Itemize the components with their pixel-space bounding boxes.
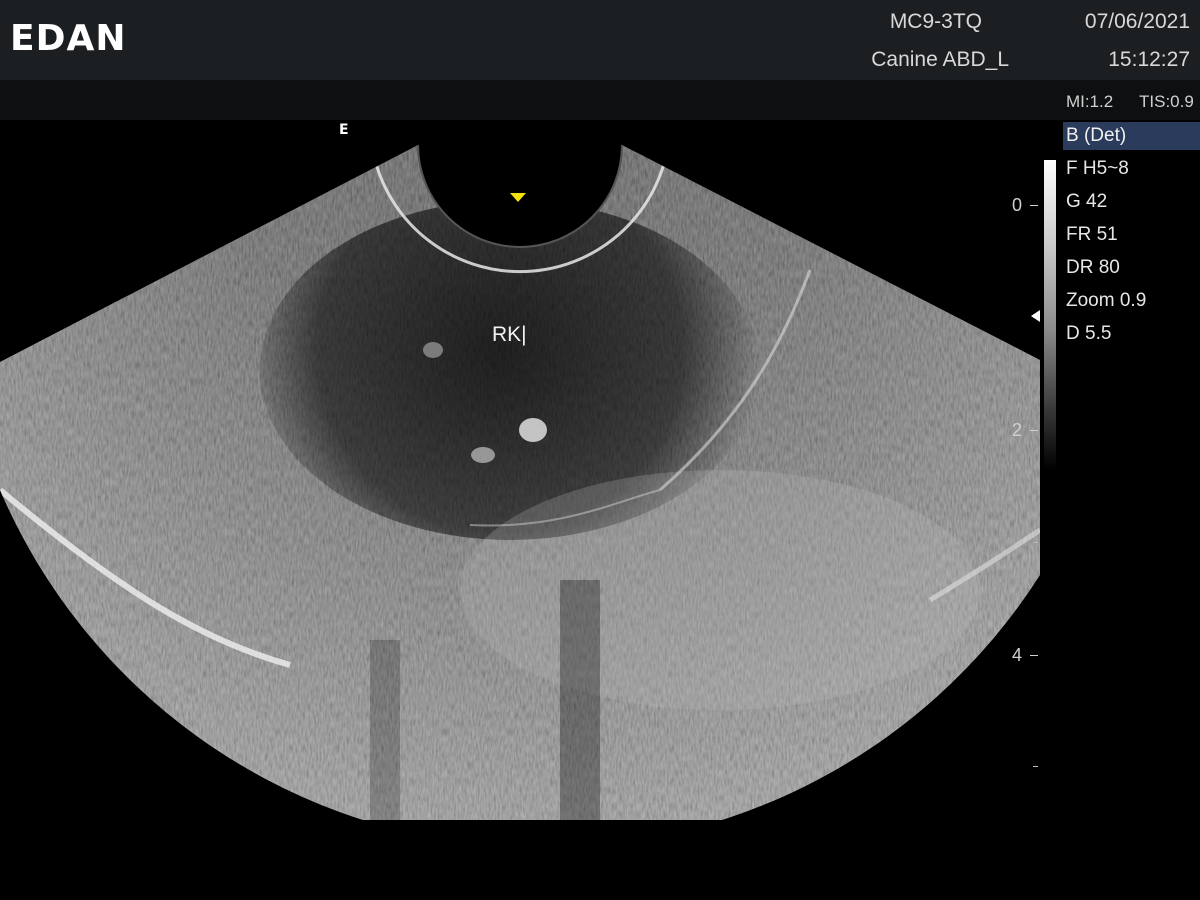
depth-label-2: 2	[1011, 420, 1022, 440]
probe-name: MC9-3TQ	[889, 10, 982, 33]
depth-label-4: 4	[1011, 645, 1022, 665]
ultrasound-sector	[0, 144, 1040, 820]
depth-tick	[1030, 655, 1038, 656]
orientation-marker: E	[339, 122, 349, 138]
image-annotation[interactable]: RK|	[492, 323, 527, 347]
depth-minor-tick	[1033, 766, 1038, 767]
depth-label-0: 0	[1011, 195, 1022, 215]
exam-preset: Canine ABD_L	[871, 48, 1009, 71]
param-dynamic-range[interactable]: DR 80	[1066, 257, 1120, 279]
header-bar: EDAN MC9-3TQ Canine ABD_L 07/06/2021 15:…	[0, 0, 1200, 80]
exam-date: 07/06/2021	[1084, 10, 1190, 33]
param-depth[interactable]: D 5.5	[1066, 323, 1111, 345]
status-bar	[0, 80, 1200, 120]
param-frequency[interactable]: F H5~8	[1066, 158, 1129, 180]
thermal-index: TIS:0.9	[1139, 92, 1194, 111]
brand-logo: EDAN	[10, 18, 127, 59]
depth-tick	[1030, 205, 1038, 206]
param-frame-rate[interactable]: FR 51	[1066, 224, 1118, 246]
mechanical-index: MI:1.2	[1066, 92, 1114, 111]
exam-time: 15:12:27	[1108, 48, 1190, 71]
param-zoom[interactable]: Zoom 0.9	[1066, 290, 1146, 312]
imaging-mode[interactable]: B (Det)	[1063, 122, 1200, 150]
grayscale-bar	[1044, 160, 1056, 470]
depth-minor-tick	[1033, 542, 1038, 543]
focus-marker-icon	[510, 193, 526, 202]
ultrasound-image[interactable]	[0, 120, 1040, 820]
depth-tick	[1030, 430, 1038, 431]
param-gain[interactable]: G 42	[1066, 191, 1107, 213]
focus-depth-pointer-icon[interactable]	[1031, 310, 1040, 322]
